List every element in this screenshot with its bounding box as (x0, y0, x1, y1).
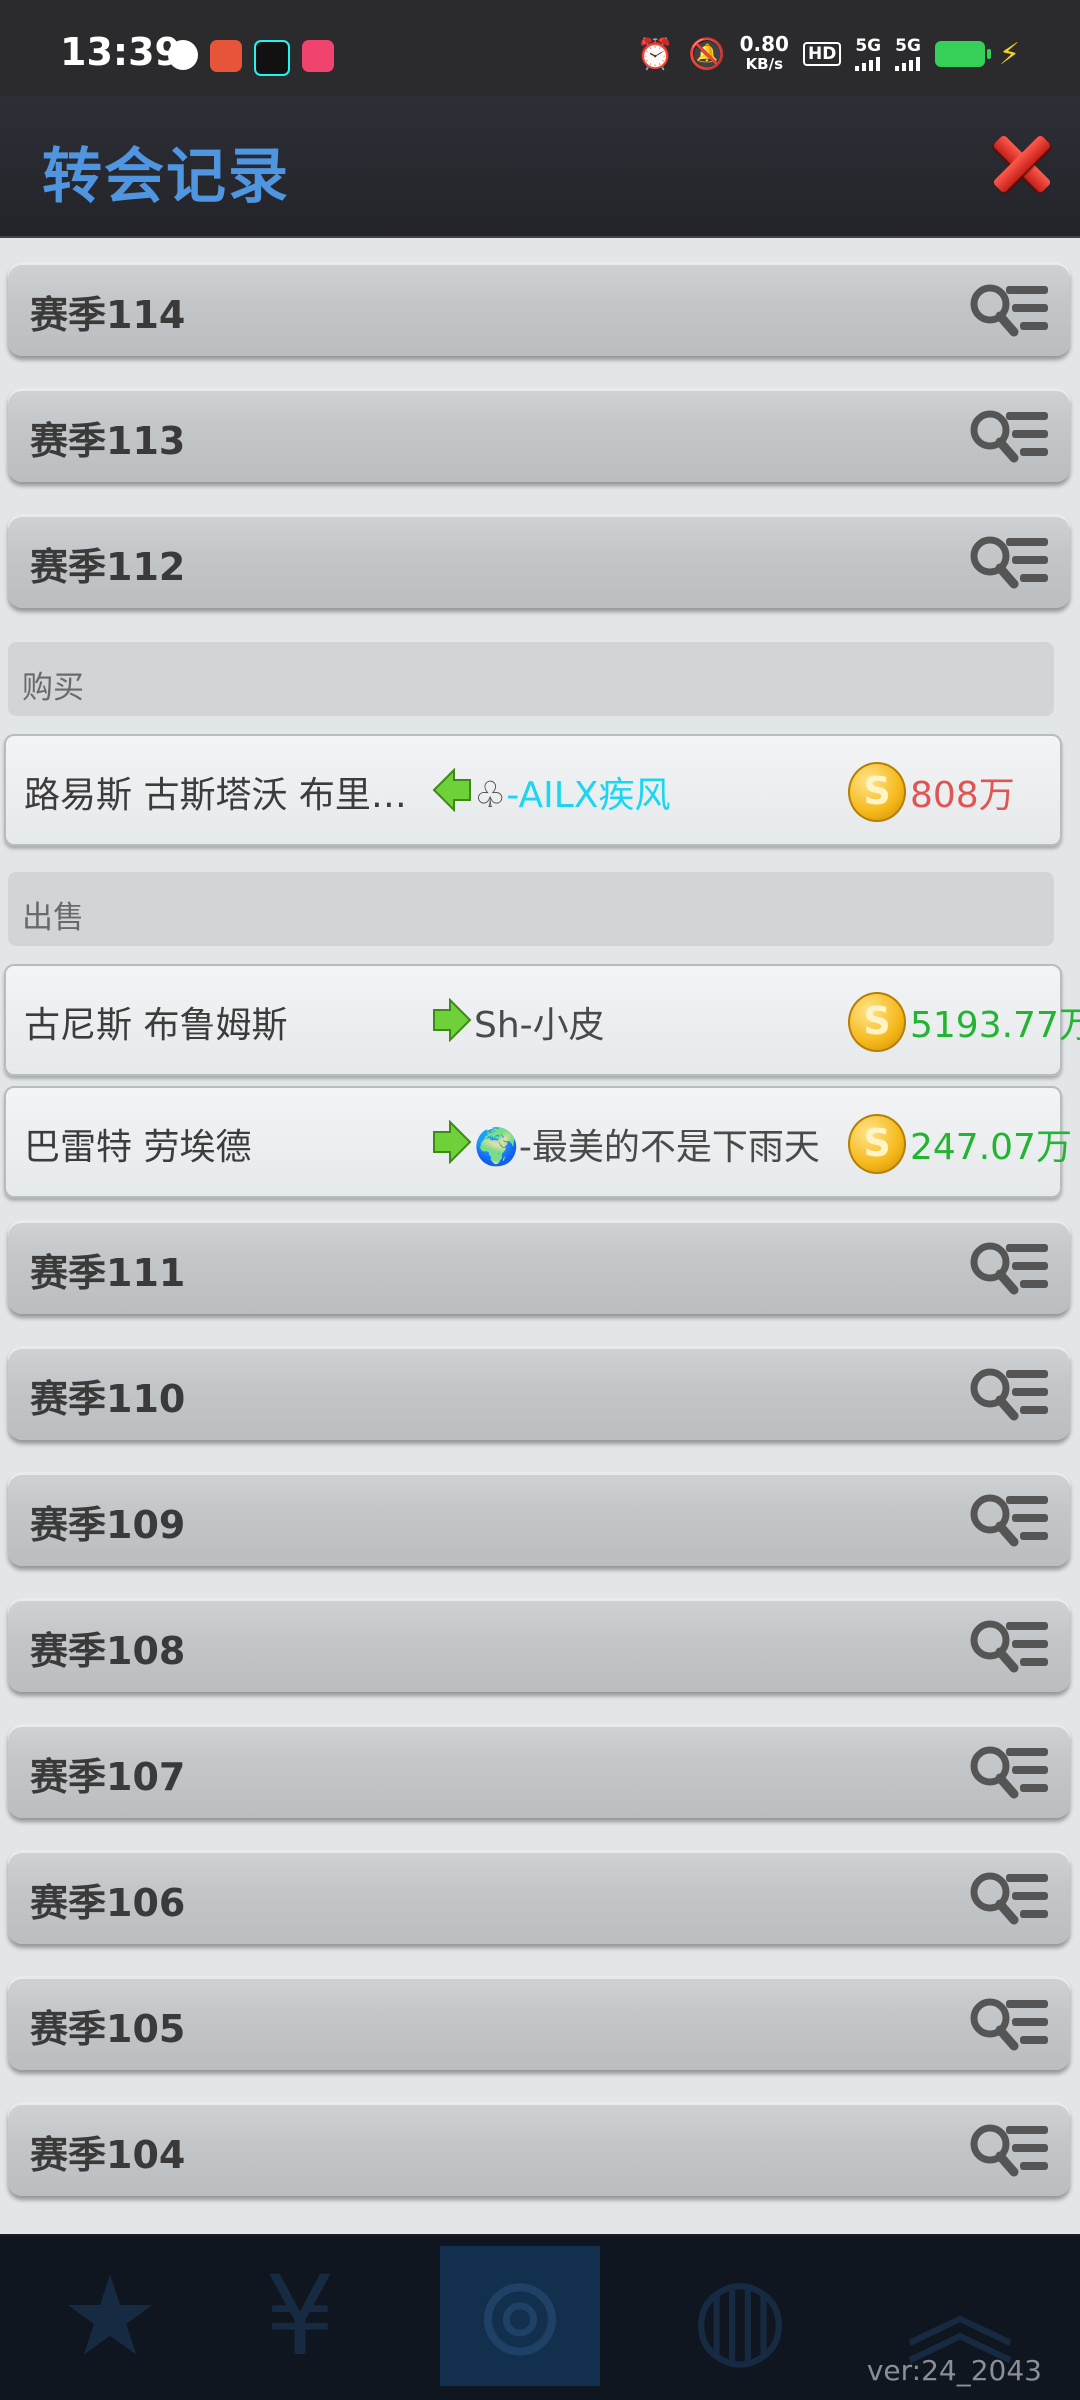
buy-section-label: 购买 (22, 670, 84, 706)
club-name-text: -AILX疾风 (506, 775, 671, 816)
search-list-icon[interactable] (968, 1868, 1050, 1926)
season-label: 赛季112 (30, 545, 186, 589)
season-label: 赛季106 (30, 1881, 186, 1925)
nav-chat-icon[interactable]: ◍ (660, 2246, 820, 2386)
globe-icon: 🌍 (474, 1127, 519, 1168)
signal-2-label: 5G (895, 35, 921, 56)
club-name: ♧-AILX疾风 (474, 766, 670, 818)
transfer-amount: 5193.77万 (910, 1005, 1080, 1046)
page-title: 转会记录 (42, 142, 290, 212)
network-speed: 0.80 KB/s (740, 34, 789, 74)
search-list-icon[interactable] (968, 532, 1050, 590)
sell-record-row[interactable]: 巴雷特 劳埃德 🌍-最美的不是下雨天 S 247.07万 (4, 1086, 1072, 1198)
sell-section-label: 出售 (22, 900, 84, 936)
nav-star-icon[interactable]: ★ (30, 2246, 190, 2386)
sell-record-row[interactable]: 古尼斯 布鲁姆斯 Sh-小皮 S 5193.77万 (4, 964, 1080, 1076)
season-row[interactable]: 赛季104 (8, 2102, 1070, 2196)
app-notification-icon (210, 40, 242, 72)
status-indicators: ⏰ 🔕 0.80 KB/s HD 5G 5G ⚡ (637, 34, 1020, 74)
season-row[interactable]: 赛季108 (8, 1598, 1070, 1692)
season-label: 赛季107 (30, 1755, 186, 1799)
bottom-nav: ★ ¥ ⊚ ◍ ︽ ver:24_2043 (0, 2236, 1080, 2400)
search-list-icon[interactable] (968, 280, 1050, 338)
notification-app-icons (168, 40, 334, 76)
signal-bars-icon (895, 55, 921, 71)
season-label: 赛季114 (30, 293, 186, 337)
transfer-amount: 247.07万 (910, 1127, 1072, 1168)
coin-icon: S (848, 762, 906, 822)
season-row[interactable]: 赛季111 (8, 1220, 1070, 1314)
charging-icon: ⚡ (998, 36, 1020, 72)
yen-icon: ¥ (265, 2252, 335, 2380)
search-list-icon[interactable] (968, 2120, 1050, 2178)
club-name: 🌍-最美的不是下雨天 (474, 1118, 820, 1170)
club-badge-icon: ♧ (474, 775, 507, 816)
star-icon: ★ (60, 2252, 160, 2380)
status-bar: 13:39 ⏰ 🔕 0.80 KB/s HD 5G 5G ⚡ (0, 0, 1080, 96)
sell-section-header: 出售 (8, 872, 1054, 946)
tiktok-icon (254, 40, 290, 76)
hd-badge: HD (802, 42, 842, 66)
search-list-icon[interactable] (968, 1742, 1050, 1800)
coin-icon: S (848, 1114, 906, 1174)
nav-money-icon[interactable]: ¥ (220, 2246, 380, 2386)
buy-section-header: 购买 (8, 642, 1054, 716)
season-label: 赛季110 (30, 1377, 186, 1421)
season-row[interactable]: 赛季113 (8, 388, 1070, 482)
season-label: 赛季105 (30, 2007, 186, 2051)
transfer-record-list[interactable]: 赛季114 赛季113 赛季112 购买 路易斯 古斯塔沃 布里… ♧-AILX… (0, 238, 1080, 2234)
season-row[interactable]: 赛季112 (8, 514, 1070, 608)
season-row[interactable]: 赛季105 (8, 1976, 1070, 2070)
net-speed-unit: KB/s (745, 55, 784, 73)
player-name: 巴雷特 劳埃德 (24, 1127, 252, 1168)
club-name: Sh-小皮 (474, 1005, 605, 1046)
season-label: 赛季109 (30, 1503, 186, 1547)
app-notification-icon (168, 40, 198, 70)
stadium-icon: ⊚ (473, 2252, 567, 2380)
arrow-right-icon (433, 1120, 472, 1164)
dialog-header: 转会记录 (0, 96, 1080, 238)
signal-1: 5G (855, 35, 882, 71)
season-row[interactable]: 赛季110 (8, 1346, 1070, 1440)
club-name-text: -最美的不是下雨天 (518, 1127, 820, 1168)
arrow-right-icon (433, 998, 472, 1042)
season-label: 赛季108 (30, 1629, 186, 1673)
search-list-icon[interactable] (968, 1616, 1050, 1674)
search-list-icon[interactable] (968, 1490, 1050, 1548)
signal-2: 5G (895, 35, 921, 71)
search-list-icon[interactable] (968, 406, 1050, 464)
status-time: 13:39 (60, 30, 181, 74)
transfer-amount: 808万 (910, 775, 1015, 816)
season-row[interactable]: 赛季109 (8, 1472, 1070, 1566)
search-list-icon[interactable] (968, 1364, 1050, 1422)
net-speed-value: 0.80 (739, 32, 789, 56)
season-label: 赛季111 (30, 1251, 186, 1295)
close-button[interactable] (988, 126, 1052, 198)
alarm-icon: ⏰ (636, 36, 675, 72)
season-label: 赛季113 (30, 419, 186, 463)
nav-stadium-icon[interactable]: ⊚ (440, 2246, 600, 2386)
season-row[interactable]: 赛季107 (8, 1724, 1070, 1818)
search-list-icon[interactable] (968, 1238, 1050, 1296)
buy-record-row[interactable]: 路易斯 古斯塔沃 布里… ♧-AILX疾风 S 808万 (4, 734, 1062, 846)
coin-symbol: S (863, 1121, 891, 1165)
season-label: 赛季104 (30, 2133, 186, 2177)
coin-symbol: S (863, 769, 891, 813)
battery-icon (934, 41, 991, 67)
player-name: 路易斯 古斯塔沃 布里… (24, 775, 407, 816)
signal-1-label: 5G (855, 35, 882, 56)
signal-bars-icon (855, 55, 881, 71)
coin-symbol: S (863, 999, 891, 1043)
mute-icon: 🔕 (688, 36, 726, 72)
arrow-left-icon (432, 768, 471, 812)
player-name: 古尼斯 布鲁姆斯 (24, 1005, 288, 1046)
version-label: ver:24_2043 (866, 2354, 1042, 2387)
search-list-icon[interactable] (968, 1994, 1050, 2052)
app-notification-icon (302, 40, 334, 72)
coin-icon: S (848, 992, 906, 1052)
chat-icon: ◍ (692, 2252, 788, 2380)
season-row[interactable]: 赛季106 (8, 1850, 1070, 1944)
season-row[interactable]: 赛季114 (8, 262, 1070, 356)
